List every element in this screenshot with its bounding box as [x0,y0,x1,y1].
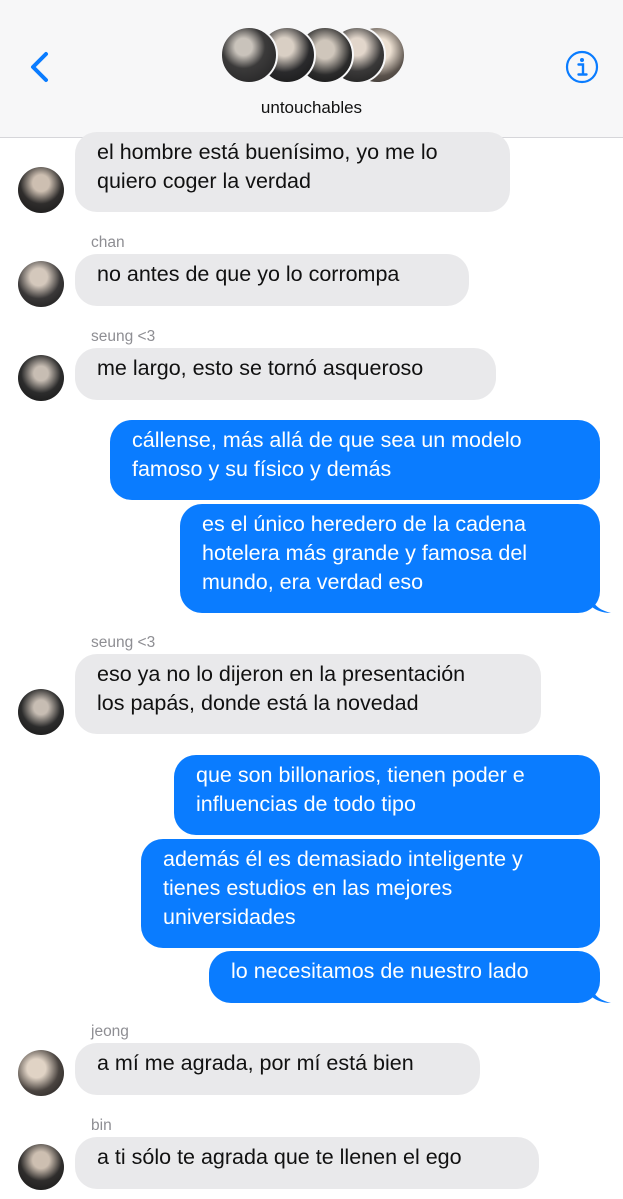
message-line: cállense, más allá de que sea un modelo [132,428,522,452]
sender-name: chan [91,234,125,251]
outgoing-message-bubble[interactable]: además él es demasiado inteligente y tie… [141,839,600,948]
incoming-message-bubble[interactable]: no antes de que yo lo corrompa [75,254,469,306]
incoming-message-bubble[interactable]: me largo, esto se tornó asqueroso [75,348,496,400]
avatar[interactable] [18,261,64,307]
message-line: a ti sólo te agrada que te llenen el ego [97,1145,462,1169]
incoming-message-bubble[interactable]: a mí me agrada, por mí está bien [75,1043,480,1095]
bubble-tail [592,593,611,613]
avatar[interactable] [18,355,64,401]
outgoing-message-bubble[interactable]: cállense, más allá de que sea un modelo … [110,420,600,500]
message-line: mundo, era verdad eso [202,570,424,594]
message-line: los papás, donde está la novedad [97,691,419,715]
incoming-message-bubble[interactable]: eso ya no lo dijeron en la presentación … [75,654,541,734]
sender-name: seung <3 [91,328,156,345]
message-line: a mí me agrada, por mí está bien [97,1051,414,1075]
group-name[interactable]: untouchables [0,98,623,118]
info-button[interactable] [565,50,599,84]
message-list[interactable]: el hombre está buenísimo, yo me lo quier… [0,132,623,1199]
message-line: me largo, esto se tornó asqueroso [97,356,424,380]
incoming-message-bubble[interactable]: el hombre está buenísimo, yo me lo quier… [75,132,510,212]
sender-name: seung <3 [91,634,156,651]
message-line: hotelera más grande y famosa del [202,541,528,565]
message-line: no antes de que yo lo corrompa [97,262,400,286]
incoming-message-bubble[interactable]: a ti sólo te agrada que te llenen el ego [75,1137,539,1189]
avatar[interactable] [18,689,64,735]
message-line: universidades [163,905,296,929]
message-line: es el único heredero de la cadena [202,512,526,536]
conversation-header: untouchables [0,0,623,138]
avatar[interactable] [18,167,64,213]
outgoing-message-bubble[interactable]: es el único heredero de la cadena hotele… [180,504,600,613]
message-line: eso ya no lo dijeron en la presentación [97,662,466,686]
chevron-left-icon [31,52,48,82]
outgoing-message-bubble[interactable]: que son billonarios, tienen poder e infl… [174,755,600,835]
bubble-tail [592,983,611,1003]
message-line: lo necesitamos de nuestro lado [231,959,529,983]
info-icon [565,50,599,84]
group-member-avatar [220,26,278,84]
message-line: influencias de todo tipo [196,792,416,816]
sender-name: jeong [91,1023,129,1040]
avatar[interactable] [18,1050,64,1096]
message-line: quiero coger la verdad [97,169,311,193]
group-avatar-stack[interactable] [220,26,406,86]
outgoing-message-bubble[interactable]: lo necesitamos de nuestro lado [209,951,600,1003]
back-button[interactable] [26,50,56,84]
sender-name: bin [91,1117,112,1134]
message-line: tienes estudios en las mejores [163,876,453,900]
message-line: además él es demasiado inteligente y [163,847,523,871]
message-line: que son billonarios, tienen poder e [196,763,525,787]
message-line: famoso y su físico y demás [132,457,392,481]
avatar[interactable] [18,1144,64,1190]
message-line: el hombre está buenísimo, yo me lo [97,140,438,164]
